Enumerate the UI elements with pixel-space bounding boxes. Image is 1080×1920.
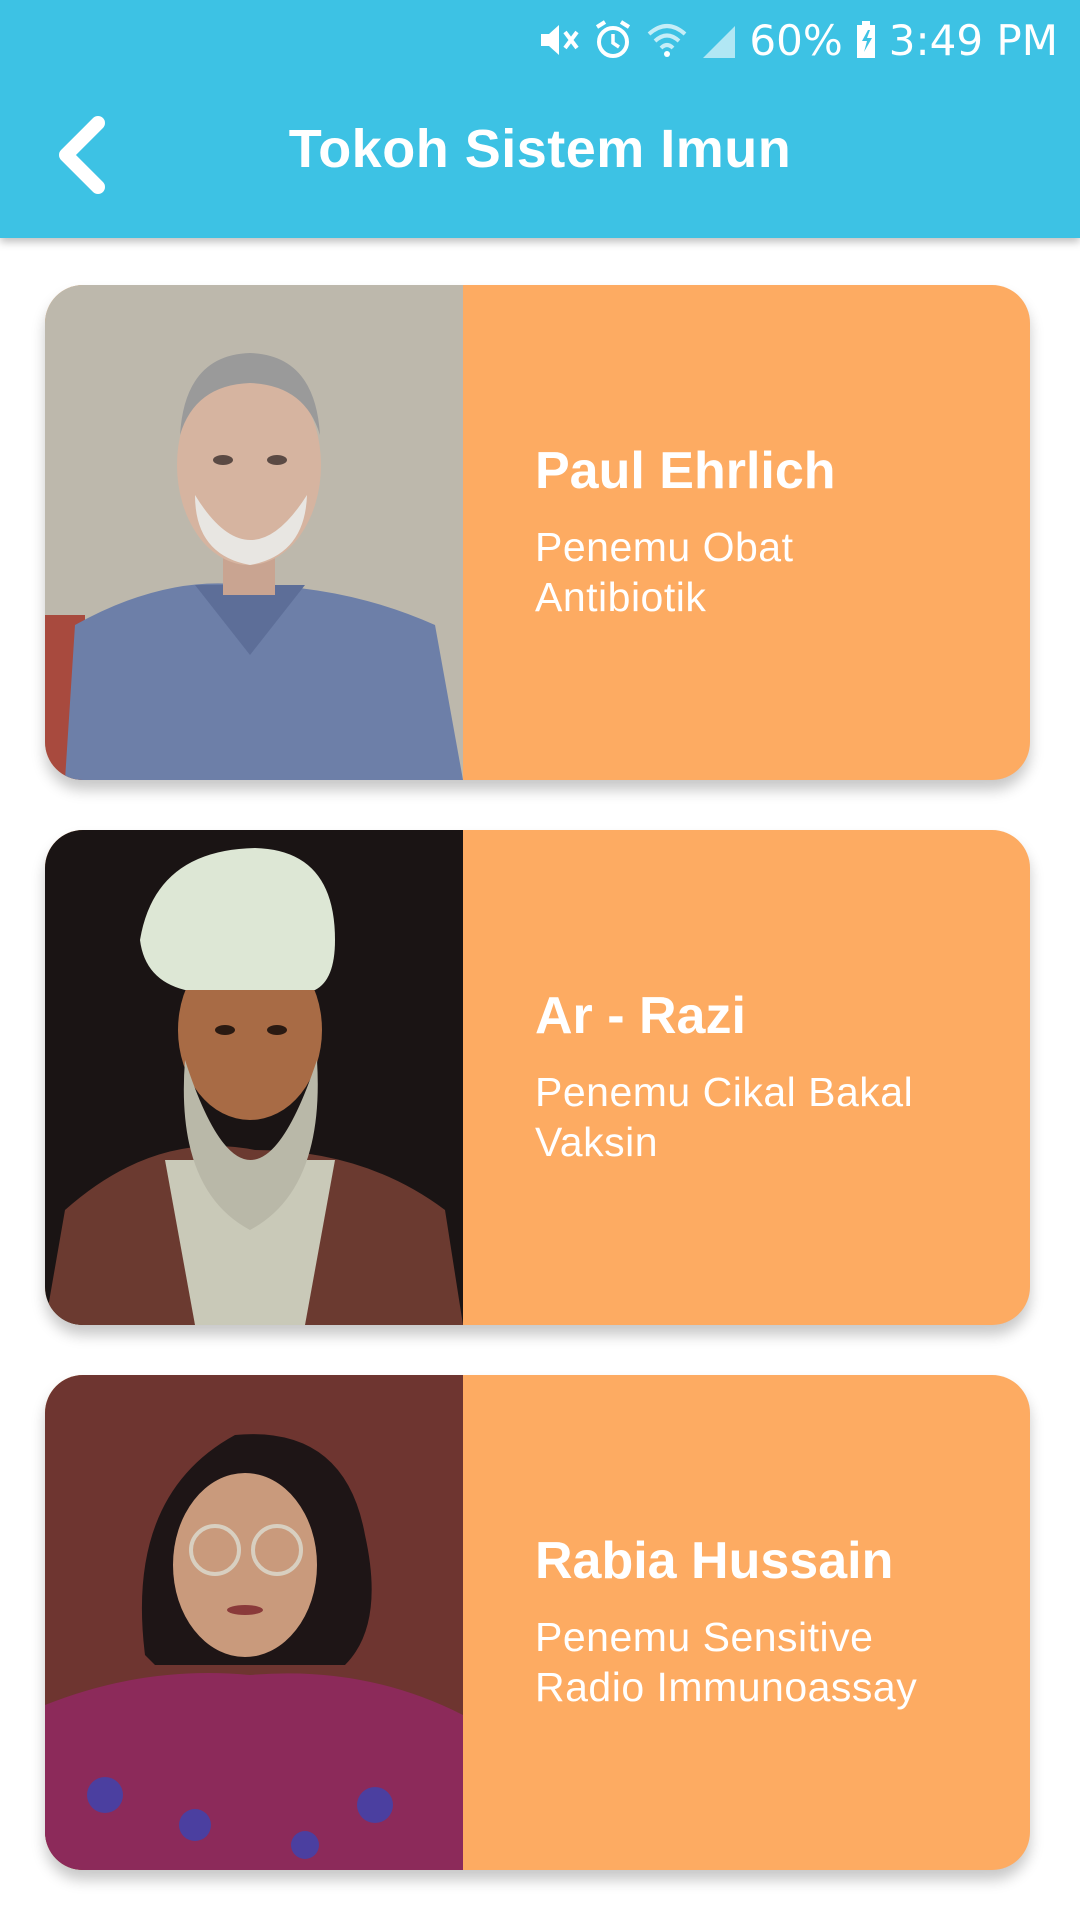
- figure-description-line: Antibiotik: [535, 574, 707, 621]
- figure-description-line: Penemu Obat: [535, 524, 794, 571]
- figure-description-line: Radio Immunoassay: [535, 1664, 918, 1711]
- clock-time: 3:49 PM: [888, 15, 1058, 65]
- page-title: Tokoh Sistem Imun: [288, 119, 792, 179]
- figure-description: Penemu Obat Antibiotik: [535, 522, 1005, 622]
- figure-name: Rabia Hussain: [535, 1531, 894, 1590]
- portrait-photo: [45, 285, 463, 780]
- figure-name: Paul Ehrlich: [535, 441, 836, 500]
- figure-card-paul-ehrlich[interactable]: Paul Ehrlich Penemu Obat Antibiotik: [45, 285, 1030, 780]
- figure-description: Penemu Sensitive Radio Immunoassay: [535, 1612, 1005, 1712]
- mute-icon: [537, 20, 581, 60]
- alarm-icon: [593, 19, 633, 61]
- battery-percent: 60%: [749, 15, 843, 65]
- figure-description-line: Vaksin: [535, 1119, 659, 1166]
- figure-description-line: Penemu Cikal Bakal: [535, 1069, 914, 1116]
- status-bar: 60% 3:49 PM: [537, 10, 1058, 70]
- signal-icon: [701, 20, 737, 60]
- figure-card-rabia-hussain[interactable]: Rabia Hussain Penemu Sensitive Radio Imm…: [45, 1375, 1030, 1870]
- wifi-icon: [645, 20, 689, 60]
- figure-description-line: Penemu Sensitive: [535, 1614, 874, 1661]
- figure-info: Rabia Hussain Penemu Sensitive Radio Imm…: [535, 1375, 1005, 1870]
- portrait-photo: [45, 1375, 463, 1870]
- figure-card-ar-razi[interactable]: Ar - Razi Penemu Cikal Bakal Vaksin: [45, 830, 1030, 1325]
- figure-name: Ar - Razi: [535, 986, 746, 1045]
- figure-info: Paul Ehrlich Penemu Obat Antibiotik: [535, 285, 1005, 780]
- figure-description: Penemu Cikal Bakal Vaksin: [535, 1067, 1005, 1167]
- app-bar: 60% 3:49 PM Tokoh Sistem Imun: [0, 0, 1080, 238]
- battery-charging-icon: [855, 20, 877, 60]
- portrait-photo: [45, 830, 463, 1325]
- figure-info: Ar - Razi Penemu Cikal Bakal Vaksin: [535, 830, 1005, 1325]
